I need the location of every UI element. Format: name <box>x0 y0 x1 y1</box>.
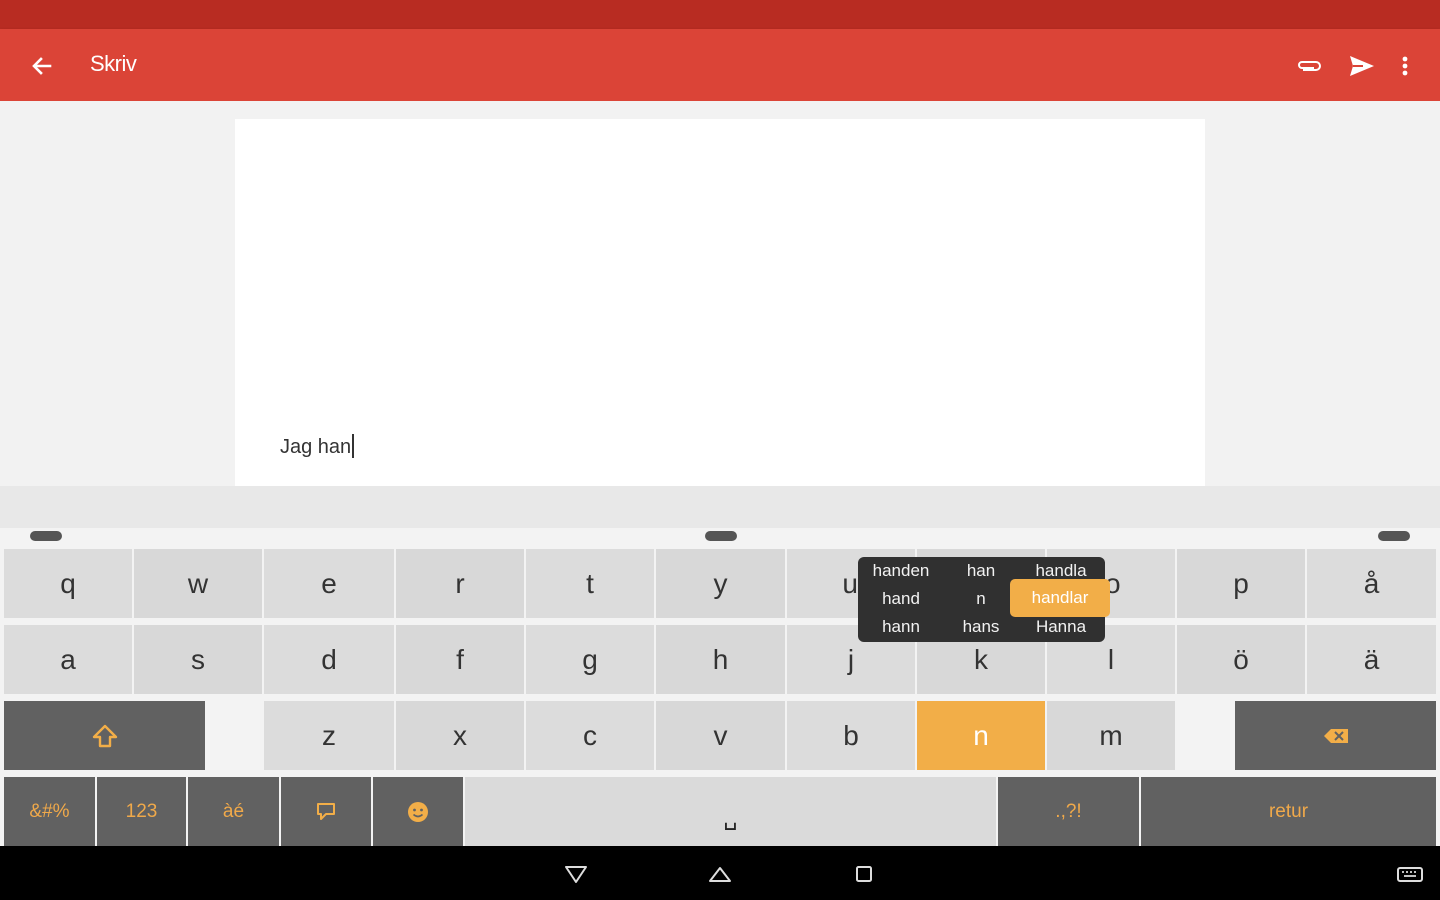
accents-key[interactable]: àé <box>188 777 279 846</box>
key-e[interactable]: e <box>264 549 394 618</box>
compose-body[interactable]: Jag han <box>235 119 1205 486</box>
key-s[interactable]: s <box>134 625 262 694</box>
backspace-key[interactable] <box>1235 701 1436 770</box>
shift-key[interactable] <box>4 701 205 770</box>
suggestion-item-selected[interactable]: handlar <box>1010 579 1110 617</box>
page-title: Skriv <box>90 51 137 76</box>
key-m[interactable]: m <box>1047 701 1175 770</box>
paperclip-icon[interactable] <box>1290 47 1328 85</box>
speech-bubble-icon <box>317 802 335 820</box>
right-resize-handle[interactable] <box>1378 531 1410 541</box>
suggestion-item[interactable]: hans <box>940 613 1022 641</box>
key-t[interactable]: t <box>526 549 654 618</box>
keyboard-switch-icon[interactable] <box>1394 858 1426 890</box>
key-z[interactable]: z <box>264 701 394 770</box>
key-f[interactable]: f <box>396 625 524 694</box>
key-o-umlaut[interactable]: ö <box>1177 625 1305 694</box>
home-icon[interactable] <box>704 858 736 890</box>
space-label: ␣ <box>723 804 738 830</box>
suggestion-item[interactable]: hann <box>860 613 942 641</box>
key-p[interactable]: p <box>1177 549 1305 618</box>
status-bar <box>0 0 1440 29</box>
emoji-key[interactable] <box>373 777 463 846</box>
message-text[interactable]: Jag han <box>280 434 354 459</box>
punctuation-key[interactable]: .,?! <box>998 777 1139 846</box>
key-n[interactable]: n <box>917 701 1045 770</box>
return-key[interactable]: retur <box>1141 777 1436 846</box>
shift-arrow-icon <box>92 724 117 747</box>
more-vert-icon[interactable] <box>1386 47 1424 85</box>
app-bar: Skriv <box>0 29 1440 101</box>
key-y[interactable]: y <box>656 549 785 618</box>
symbols-key[interactable]: &#% <box>4 777 95 846</box>
key-x[interactable]: x <box>396 701 524 770</box>
suggestion-item[interactable]: handen <box>860 557 942 585</box>
key-h[interactable]: h <box>656 625 785 694</box>
key-w[interactable]: w <box>134 549 262 618</box>
key-r[interactable]: r <box>396 549 524 618</box>
keyboard-divider <box>0 486 1440 528</box>
arrow-left-icon[interactable] <box>22 47 60 85</box>
key-g[interactable]: g <box>526 625 654 694</box>
key-a-umlaut[interactable]: ä <box>1307 625 1436 694</box>
key-b[interactable]: b <box>787 701 915 770</box>
suggestion-item[interactable]: hand <box>860 585 942 613</box>
key-d[interactable]: d <box>264 625 394 694</box>
backspace-icon <box>1323 728 1348 743</box>
key-a[interactable]: a <box>4 625 132 694</box>
suggestion-item[interactable]: Hanna <box>1020 613 1102 641</box>
left-resize-handle[interactable] <box>30 531 62 541</box>
text-caret <box>352 434 354 458</box>
speech-key[interactable] <box>281 777 371 846</box>
system-nav-bar <box>0 846 1440 900</box>
center-move-handle[interactable] <box>705 531 737 541</box>
back-triangle-icon[interactable] <box>560 858 592 890</box>
word-suggestion-popup: handen han handla hand n handlar hann ha… <box>858 557 1110 642</box>
recents-icon[interactable] <box>848 858 880 890</box>
key-v[interactable]: v <box>656 701 785 770</box>
key-a-ring[interactable]: å <box>1307 549 1436 618</box>
key-q[interactable]: q <box>4 549 132 618</box>
emoji-icon <box>408 801 428 822</box>
space-key[interactable]: ␣ <box>465 777 996 846</box>
numbers-key[interactable]: 123 <box>97 777 186 846</box>
send-icon[interactable] <box>1343 47 1381 85</box>
key-c[interactable]: c <box>526 701 654 770</box>
